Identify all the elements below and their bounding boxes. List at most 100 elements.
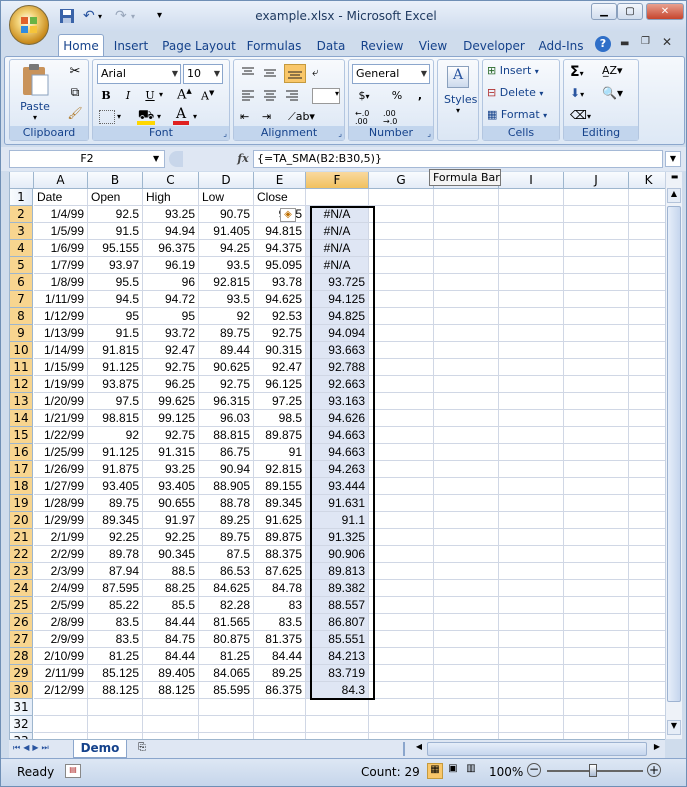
row-header[interactable]: 26 [10, 614, 33, 631]
cell[interactable] [629, 291, 665, 308]
cell[interactable]: 89.25 [254, 665, 306, 682]
cell[interactable] [499, 325, 564, 342]
cell[interactable]: 91.405 [199, 223, 254, 240]
cell[interactable]: 84.78 [254, 580, 306, 597]
column-header-c[interactable]: C [143, 172, 199, 189]
cell[interactable]: 2/11/99 [34, 665, 88, 682]
cell[interactable] [499, 342, 564, 359]
cell[interactable] [369, 410, 434, 427]
underline-button[interactable]: U [141, 86, 159, 105]
cell[interactable] [564, 512, 629, 529]
error-smart-tag-icon[interactable]: ◈ [280, 208, 296, 222]
cell[interactable]: 1/22/99 [34, 427, 88, 444]
sheet-navigation-icons[interactable]: ⏮◀▶⏭ [13, 743, 52, 753]
cell[interactable]: 89.44 [199, 342, 254, 359]
row-header[interactable]: 20 [10, 512, 33, 529]
number-format-combo[interactable]: General ▼ [352, 64, 430, 84]
cell[interactable]: 92.47 [143, 342, 199, 359]
cell[interactable] [629, 716, 665, 733]
row-header[interactable]: 18 [10, 478, 33, 495]
cell[interactable]: 92.815 [199, 274, 254, 291]
cell[interactable]: 89.345 [88, 512, 143, 529]
paste-button[interactable]: Paste ▾ [15, 63, 55, 122]
row-header[interactable]: 11 [10, 359, 33, 376]
cell[interactable]: 81.25 [199, 648, 254, 665]
cell[interactable] [629, 597, 665, 614]
cell[interactable] [499, 665, 564, 682]
name-box-dropdown-icon[interactable]: ▼ [153, 154, 159, 163]
cell[interactable]: 88.125 [88, 682, 143, 699]
cell[interactable]: 87.595 [88, 580, 143, 597]
cell[interactable] [629, 682, 665, 699]
row-header[interactable]: 4 [10, 240, 33, 257]
row-header[interactable]: 31 [10, 699, 33, 716]
cell[interactable]: 92.75 [254, 325, 306, 342]
cut-icon[interactable]: ✂ [66, 64, 84, 82]
cell[interactable]: 92.25 [143, 529, 199, 546]
cell[interactable] [434, 580, 499, 597]
row-header[interactable]: 21 [10, 529, 33, 546]
column-header-f[interactable]: F [306, 172, 369, 189]
zoom-slider-thumb[interactable] [589, 764, 597, 777]
cell[interactable]: 89.875 [254, 427, 306, 444]
italic-button[interactable]: I [119, 86, 137, 105]
format-cells-button[interactable]: ▦ Format ▾ [487, 108, 557, 126]
cell[interactable]: 96.03 [199, 410, 254, 427]
row-header[interactable]: 23 [10, 563, 33, 580]
cell[interactable] [434, 495, 499, 512]
sheet-tab-demo[interactable]: Demo [73, 740, 127, 758]
cell[interactable]: 82.28 [199, 597, 254, 614]
cell[interactable]: 86.807 [306, 614, 369, 631]
font-color-dropdown-icon[interactable]: ▾ [193, 112, 197, 121]
cell[interactable] [434, 410, 499, 427]
cell[interactable] [564, 461, 629, 478]
cell[interactable]: 1/7/99 [34, 257, 88, 274]
decrease-decimal-icon[interactable]: .00 →.0 [383, 110, 405, 126]
cell[interactable]: 96 [143, 274, 199, 291]
cell[interactable] [499, 716, 564, 733]
cell[interactable]: 1/25/99 [34, 444, 88, 461]
cell[interactable]: 95.5 [88, 274, 143, 291]
fill-icon[interactable]: ⬇▾ [570, 86, 596, 104]
page-break-view-icon[interactable]: ▥ [463, 763, 479, 779]
cell[interactable] [629, 495, 665, 512]
cell[interactable] [564, 342, 629, 359]
align-left-icon[interactable] [240, 88, 258, 104]
cell[interactable] [369, 274, 434, 291]
cell[interactable]: 85.125 [88, 665, 143, 682]
cell[interactable] [369, 478, 434, 495]
grow-font-icon[interactable]: A▲ [177, 87, 192, 102]
orientation-icon[interactable]: ⟋ab▾ [288, 110, 315, 126]
cell[interactable] [564, 291, 629, 308]
cell[interactable] [564, 325, 629, 342]
number-dialog-launcher-icon[interactable]: ⌟ [427, 129, 431, 138]
cell[interactable]: 92.47 [254, 359, 306, 376]
cell[interactable]: 95.095 [254, 257, 306, 274]
cell[interactable]: 93.5 [199, 291, 254, 308]
cell[interactable] [34, 699, 88, 716]
cell[interactable] [369, 240, 434, 257]
cell[interactable] [499, 699, 564, 716]
cell[interactable]: 97.5 [88, 393, 143, 410]
cell[interactable]: 86.53 [199, 563, 254, 580]
cell[interactable]: 88.78 [199, 495, 254, 512]
cell[interactable] [369, 529, 434, 546]
cell[interactable]: 91.631 [306, 495, 369, 512]
cell[interactable] [369, 682, 434, 699]
cell[interactable] [434, 546, 499, 563]
scroll-right-icon[interactable]: ▶ [651, 742, 663, 756]
cell[interactable]: 84.44 [143, 648, 199, 665]
horizontal-scroll-thumb[interactable] [427, 742, 647, 756]
cell[interactable] [564, 376, 629, 393]
cell[interactable] [254, 716, 306, 733]
cell[interactable] [629, 410, 665, 427]
cell[interactable]: 1/27/99 [34, 478, 88, 495]
cell[interactable] [629, 393, 665, 410]
cell[interactable]: 92 [88, 427, 143, 444]
cell[interactable] [564, 631, 629, 648]
cell[interactable] [499, 291, 564, 308]
tab-data[interactable]: Data [313, 36, 349, 56]
cell[interactable] [306, 189, 369, 206]
cell[interactable]: 89.25 [199, 512, 254, 529]
cell[interactable] [369, 359, 434, 376]
